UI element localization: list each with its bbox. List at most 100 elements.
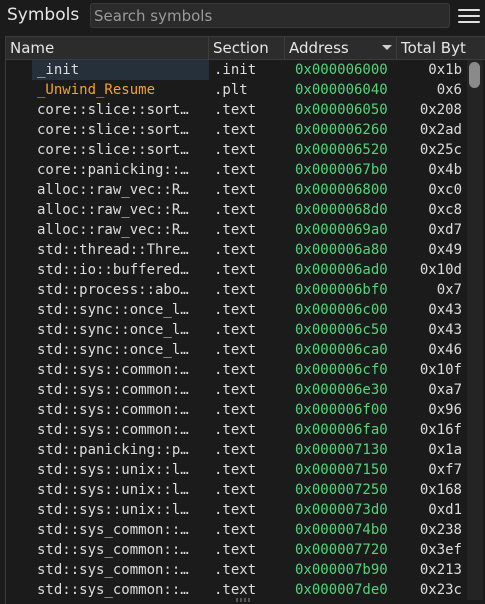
cell-total-bytes: 0xd1 — [428, 502, 462, 518]
cell-address: 0x000006040 — [295, 82, 388, 98]
cell-address: 0x0000067b0 — [295, 162, 388, 178]
cell-address: 0x0000069a0 — [295, 222, 388, 238]
table-row[interactable]: std::sync::once_l… .text 0x000006ca0 0x46 — [6, 340, 466, 360]
cell-address: 0x000006f00 — [295, 402, 388, 418]
cell-name: alloc::raw_vec::R… — [37, 182, 189, 198]
cell-address: 0x000006c00 — [295, 302, 388, 318]
cell-address: 0x000006bf0 — [295, 282, 388, 298]
cell-name: std::sys::unix::l… — [37, 462, 189, 478]
cell-name: alloc::raw_vec::R… — [37, 222, 189, 238]
cell-address: 0x0000074b0 — [295, 522, 388, 538]
cell-section: .text — [214, 102, 257, 118]
cell-section: .text — [214, 542, 257, 558]
cell-section: .text — [214, 502, 257, 518]
resize-grip-icon[interactable] — [236, 598, 256, 604]
cell-name: std::sys::common:… — [37, 382, 189, 398]
table-row[interactable]: std::sys_common::… .text 0x000007de0 0x23c — [6, 580, 466, 600]
table-row[interactable]: std::sys_common::… .text 0x000007720 0x3ef — [6, 540, 466, 560]
table-row[interactable]: core::slice::sort… .text 0x000006520 0x25c — [6, 140, 466, 160]
table-row[interactable]: std::sys::common:… .text 0x000006cf0 0x10f — [6, 360, 466, 380]
cell-section: .text — [214, 422, 257, 438]
cell-name: core::slice::sort… — [37, 142, 189, 158]
panel-title: Symbols — [7, 5, 80, 25]
cell-section: .text — [214, 242, 257, 258]
cell-section: .text — [214, 322, 257, 338]
cell-section: .init — [214, 62, 257, 78]
cell-address: 0x000006c50 — [295, 322, 388, 338]
cell-total-bytes: 0xc0 — [428, 182, 462, 198]
cell-total-bytes: 0x2ad — [419, 122, 462, 138]
scrollbar-thumb[interactable] — [469, 62, 480, 88]
table-row[interactable]: alloc::raw_vec::R… .text 0x0000069a0 0xd7 — [6, 220, 466, 240]
cell-name: std::sys_common::… — [37, 542, 189, 558]
table-row[interactable]: std::thread::Thre… .text 0x000006a80 0x49 — [6, 240, 466, 260]
sort-descending-icon — [382, 45, 392, 50]
cell-section: .text — [214, 182, 257, 198]
hamburger-menu-icon[interactable] — [458, 5, 480, 27]
cell-name: std::sync::once_l… — [37, 322, 189, 338]
cell-section: .text — [214, 142, 257, 158]
cell-address: 0x000006ca0 — [295, 342, 388, 358]
cell-address: 0x0000068d0 — [295, 202, 388, 218]
table-row[interactable]: std::sync::once_l… .text 0x000006c00 0x43 — [6, 300, 466, 320]
column-header-section[interactable]: Section — [209, 37, 285, 59]
table-row[interactable]: core::slice::sort… .text 0x000006260 0x2ad — [6, 120, 466, 140]
table-row[interactable]: std::sys::common:… .text 0x000006f00 0x96 — [6, 400, 466, 420]
table-row[interactable]: alloc::raw_vec::R… .text 0x000006800 0xc0 — [6, 180, 466, 200]
cell-address: 0x000006a80 — [295, 242, 388, 258]
cell-name: std::sync::once_l… — [37, 342, 189, 358]
cell-address: 0x000006cf0 — [295, 362, 388, 378]
search-input[interactable] — [90, 3, 450, 28]
symbols-table: Name Section Address Total Byt _init .ini… — [5, 36, 485, 604]
table-row[interactable]: std::sys::common:… .text 0x000006e30 0xa7 — [6, 380, 466, 400]
table-row[interactable]: std::sys_common::… .text 0x0000074b0 0x238 — [6, 520, 466, 540]
table-row[interactable]: std::sys::unix::l… .text 0x000007150 0xf7 — [6, 460, 466, 480]
column-header-address[interactable]: Address — [285, 37, 397, 59]
cell-section: .text — [214, 562, 257, 578]
cell-address: 0x000007de0 — [295, 582, 388, 598]
cell-section: .text — [214, 202, 257, 218]
table-row[interactable]: std::process::abo… .text 0x000006bf0 0x7 — [6, 280, 466, 300]
cell-address: 0x000006800 — [295, 182, 388, 198]
cell-total-bytes: 0x238 — [419, 522, 462, 538]
column-header-address-label: Address — [289, 39, 349, 57]
cell-address: 0x000006000 — [295, 62, 388, 78]
cell-total-bytes: 0x208 — [419, 102, 462, 118]
table-row[interactable]: core::slice::sort… .text 0x000006050 0x208 — [6, 100, 466, 120]
cell-name: _init — [37, 62, 80, 78]
cell-section: .text — [214, 362, 257, 378]
cell-section: .text — [214, 342, 257, 358]
cell-total-bytes: 0x10d — [419, 262, 462, 278]
cell-total-bytes: 0x4b — [428, 162, 462, 178]
cell-section: .text — [214, 302, 257, 318]
column-header-total-bytes[interactable]: Total Byt — [397, 37, 466, 59]
cell-total-bytes: 0x1b — [428, 62, 462, 78]
cell-address: 0x000006ad0 — [295, 262, 388, 278]
cell-total-bytes: 0x168 — [419, 482, 462, 498]
vertical-scrollbar[interactable] — [467, 60, 483, 600]
cell-section: .text — [214, 482, 257, 498]
table-row[interactable]: std::sys::unix::l… .text 0x0000073d0 0xd1 — [6, 500, 466, 520]
cell-total-bytes: 0x23c — [419, 582, 462, 598]
table-row[interactable]: std::io::buffered… .text 0x000006ad0 0x10d — [6, 260, 466, 280]
table-row[interactable]: core::panicking::… .text 0x0000067b0 0x4b — [6, 160, 466, 180]
cell-address: 0x000006260 — [295, 122, 388, 138]
cell-address: 0x000006e30 — [295, 382, 388, 398]
column-header-name[interactable]: Name — [6, 37, 209, 59]
cell-section: .text — [214, 222, 257, 238]
table-header: Name Section Address Total Byt — [6, 37, 485, 60]
table-row[interactable]: std::sys::unix::l… .text 0x000007250 0x168 — [6, 480, 466, 500]
table-body: _init .init 0x000006000 0x1b _Unwind_Resume.… — [6, 60, 466, 600]
cell-total-bytes: 0x7 — [436, 282, 462, 298]
table-row[interactable]: std::sys::common:… .text 0x000006fa0 0x16f — [6, 420, 466, 440]
table-row[interactable]: _Unwind_Resume .plt 0x000006040 0x6 — [6, 80, 466, 100]
cell-total-bytes: 0x16f — [419, 422, 462, 438]
table-row[interactable]: _init .init 0x000006000 0x1b — [6, 60, 466, 80]
cell-section: .text — [214, 402, 257, 418]
cell-name: std::sys::common:… — [37, 422, 189, 438]
table-row[interactable]: std::panicking::p… .text 0x000007130 0x1a — [6, 440, 466, 460]
table-row[interactable]: alloc::raw_vec::R… .text 0x0000068d0 0xc8 — [6, 200, 466, 220]
table-row[interactable]: std::sync::once_l… .text 0x000006c50 0x43 — [6, 320, 466, 340]
table-row[interactable]: std::sys_common::… .text 0x000007b90 0x213 — [6, 560, 466, 580]
cell-total-bytes: 0xa7 — [428, 382, 462, 398]
